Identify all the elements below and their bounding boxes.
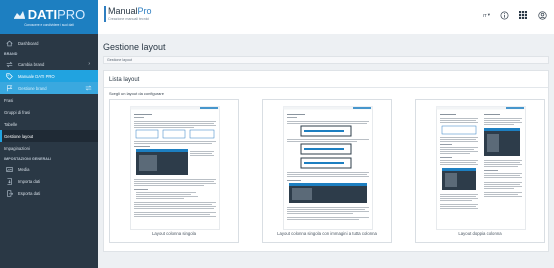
sidebar-item-label: Gestione layout [4,133,34,139]
sidebar-item-label: Importa dati [18,178,41,184]
layout-preview-thumbnail [130,106,220,230]
app-title: ManualPro [108,6,152,16]
logo-mark-icon [13,10,25,19]
sidebar-item-gestione-layout[interactable]: Gestione layout [0,130,98,142]
language-selector[interactable]: IT ▾ [483,12,490,18]
sidebar-item-label: Tabelle [4,121,18,127]
sidebar-item-esporta[interactable]: Esporta dati [0,187,98,199]
layout-caption: Layout colonna singola con immagini a tu… [277,231,377,236]
brand-name: DATIPRO [27,6,86,22]
top-actions: IT ▾ [483,10,547,20]
export-icon [6,189,13,197]
card-title: Lista layout [109,77,140,83]
layout-caption: Layout doppia colonna [458,231,502,236]
sidebar-nav: Dashboard BRAND Cambia brand › Manuale D… [0,37,98,199]
layout-option-colonna-singola-immagini[interactable]: Layout colonna singola con immagini a tu… [262,99,392,243]
home-icon [6,40,13,47]
sidebar-item-gruppi-frasi[interactable]: Gruppi di frasi [0,106,98,118]
sidebar-item-impaginazioni[interactable]: Impaginazioni [0,142,98,154]
divider [104,87,548,88]
layout-option-doppia-colonna[interactable]: Layout doppia colonna [415,99,545,243]
breadcrumb: Gestione layout [103,56,549,64]
sidebar-item-media[interactable]: Media [0,163,98,175]
sidebar-item-label: Frasi [4,97,14,103]
sidebar-item-dashboard[interactable]: Dashboard [0,37,98,49]
sidebar-item-label: Dashboard [18,40,39,46]
section-heading-brand: BRAND [4,51,18,56]
swap-arrows-icon [85,85,92,92]
app-accent-bar [104,6,106,22]
apps-grid-icon[interactable] [518,10,528,20]
app-subtitle: Creazione manuali tecnici [108,17,150,21]
layout-caption: Layout colonna singola [152,231,196,236]
chevron-right-icon: › [88,61,90,67]
language-label: IT [482,12,487,18]
caret-down-icon: ▾ [487,12,490,17]
sidebar-item-manuale[interactable]: Manuale DATI PRO [0,70,98,82]
tag-icon [6,72,13,80]
sidebar-item-cambia-brand[interactable]: Cambia brand › [0,58,98,70]
brand-logo[interactable]: DATIPRO Conoscere e condividere i suoi d… [0,0,98,34]
info-icon[interactable] [499,10,509,20]
sidebar-item-frasi[interactable]: Frasi [0,94,98,106]
layout-option-colonna-singola[interactable]: Layout colonna singola [109,99,239,243]
swap-icon [6,61,13,68]
sidebar-item-label: Media [18,166,30,172]
flag-icon [6,84,13,92]
sidebar-item-label: Gruppi di frasi [4,109,31,115]
top-bar: ManualPro Creazione manuali tecnici IT ▾ [98,0,554,34]
user-icon[interactable] [537,10,547,20]
sidebar-item-importa[interactable]: Importa dati [0,175,98,187]
layout-list-card: Lista layout Scegli un layout da configu… [103,70,549,252]
sidebar-item-label: Gestione brand [18,85,47,91]
layout-preview-thumbnail [436,106,526,230]
card-subtitle: Scegli un layout da configurare [109,91,164,96]
sidebar-item-label: Impaginazioni [4,145,30,151]
sidebar-item-label: Esporta dati [18,190,41,196]
sidebar-item-label: Cambia brand [18,61,45,67]
import-icon [6,177,13,185]
sidebar-item-label: Manuale DATI PRO [18,73,55,79]
breadcrumb-item: Gestione layout [107,58,132,62]
sidebar: DATIPRO Conoscere e condividere i suoi d… [0,0,98,268]
sidebar-item-tabelle[interactable]: Tabelle [0,118,98,130]
section-heading-settings: IMPOSTAZIONI GENERALI [4,156,52,161]
image-icon [6,166,13,173]
layout-preview-thumbnail [283,106,373,230]
sidebar-item-gestione-brand[interactable]: Gestione brand [0,82,98,94]
brand-tagline: Conoscere e condividere i suoi dati [24,22,74,27]
page-title: Gestione layout [103,42,166,52]
